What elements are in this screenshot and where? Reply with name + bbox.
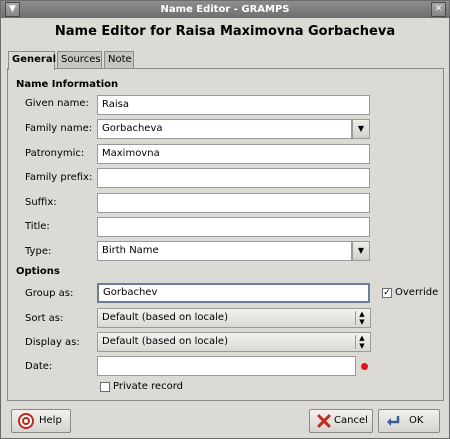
type-dropdown-button[interactable]: ▼ (352, 241, 370, 261)
override-checkbox[interactable]: ✓ (382, 288, 392, 298)
close-icon[interactable]: ✕ (431, 2, 446, 17)
cancel-button-label: Cancel (334, 415, 368, 426)
group-as-field[interactable]: Gorbachev (97, 283, 370, 303)
ok-button-label: OK (409, 415, 424, 426)
combo-separator (355, 335, 356, 349)
window-title: Name Editor - GRAMPS (160, 4, 290, 15)
family-name-label: Family name: (25, 123, 93, 134)
checkmark-icon: ✓ (383, 288, 391, 298)
enter-arrow-icon (387, 416, 400, 426)
window-menu-icon[interactable]: ▼ (5, 2, 20, 17)
display-as-combo[interactable]: Default (based on locale) ▲ ▼ (97, 332, 371, 352)
given-name-label: Given name: (25, 98, 89, 109)
sort-as-value: Default (based on locale) (102, 312, 228, 323)
tab-sources[interactable]: Sources (57, 51, 102, 69)
ok-button[interactable]: OK (378, 409, 440, 433)
combo-separator (355, 311, 356, 325)
suffix-label: Suffix: (25, 197, 57, 208)
suffix-field[interactable] (97, 193, 370, 213)
tab-note[interactable]: Note (104, 51, 134, 69)
date-invalid-icon (361, 363, 368, 370)
tab-general[interactable]: General (8, 51, 56, 70)
display-as-value: Default (based on locale) (102, 336, 228, 347)
sort-as-label: Sort as: (25, 313, 64, 324)
help-button-label: Help (39, 415, 62, 426)
cancel-icon (317, 414, 331, 428)
help-button[interactable]: Help (11, 409, 71, 433)
options-heading: Options (16, 266, 60, 277)
page-title: Name Editor for Raisa Maximovna Gorbache… (54, 24, 396, 39)
title-bar[interactable]: ▼ Name Editor - GRAMPS ✕ (1, 1, 449, 18)
private-record-label[interactable]: Private record (113, 381, 183, 392)
group-as-label: Group as: (25, 288, 74, 299)
help-icon (18, 413, 34, 429)
family-name-field[interactable]: Gorbacheva (97, 119, 352, 139)
family-prefix-label: Family prefix: (25, 172, 93, 183)
cancel-button[interactable]: Cancel (309, 409, 373, 433)
title-field[interactable] (97, 217, 370, 237)
patronymic-field[interactable]: Maximovna (97, 144, 370, 164)
type-field[interactable]: Birth Name (97, 241, 352, 261)
patronymic-label: Patronymic: (25, 148, 85, 159)
family-prefix-field[interactable] (97, 168, 370, 188)
display-as-label: Display as: (25, 337, 80, 348)
type-label: Type: (25, 246, 52, 257)
date-field[interactable] (97, 356, 356, 376)
date-label: Date: (25, 361, 53, 372)
name-information-heading: Name Information (16, 79, 119, 90)
given-name-field[interactable]: Raisa (97, 95, 370, 115)
private-record-checkbox[interactable] (100, 382, 110, 392)
up-down-arrows-icon: ▲ ▼ (359, 334, 365, 350)
chevron-down-icon: ▼ (357, 246, 365, 255)
sort-as-combo[interactable]: Default (based on locale) ▲ ▼ (97, 308, 371, 328)
chevron-down-icon: ▼ (357, 124, 365, 133)
override-label[interactable]: Override (395, 287, 438, 298)
family-name-dropdown-button[interactable]: ▼ (352, 119, 370, 139)
up-down-arrows-icon: ▲ ▼ (359, 310, 365, 326)
title-label: Title: (25, 221, 50, 232)
name-editor-window: ▼ Name Editor - GRAMPS ✕ Name Editor for… (0, 0, 450, 439)
